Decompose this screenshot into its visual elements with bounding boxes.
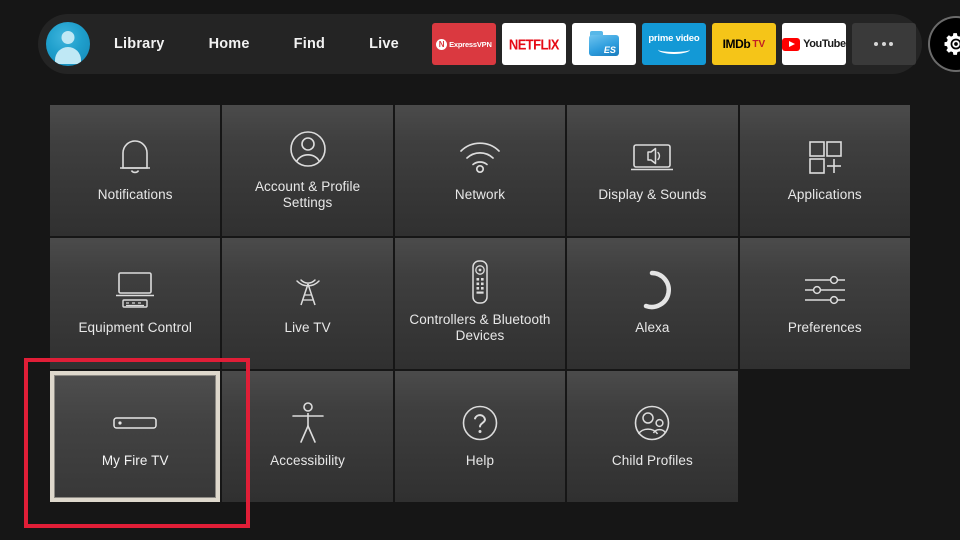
alexa-ring-icon: [630, 267, 674, 313]
es-file-explorer-icon: ES: [588, 31, 619, 57]
settings-tile-my-fire-tv[interactable]: My Fire TV: [50, 371, 221, 502]
tile-label: Accessibility: [270, 453, 345, 468]
nav-link-library[interactable]: Library: [114, 30, 165, 58]
app-tile-youtube[interactable]: YouTube: [781, 23, 846, 65]
settings-tile-live-tv[interactable]: Live TV: [222, 238, 393, 369]
nav-link-live[interactable]: Live: [369, 30, 399, 58]
settings-tile-controllers-bluetooth-devices[interactable]: Controllers & Bluetooth Devices: [394, 238, 566, 369]
ellipsis-icon: [874, 42, 894, 46]
tile-label: Network: [454, 187, 506, 202]
tile-label: Live TV: [284, 320, 331, 335]
fire-tv-stick-icon: [111, 400, 159, 446]
settings-tile-applications[interactable]: Applications: [739, 105, 910, 236]
app-grid-plus-icon: [804, 134, 846, 180]
app-tile-es-file-explorer[interactable]: ES: [571, 23, 636, 65]
tile-label: Display & Sounds: [598, 187, 707, 202]
question-circle-icon: [458, 400, 502, 446]
expressvpn-badge: N: [436, 38, 448, 50]
fire-tv-settings-screen: Library Home Find Live N ExpressVPN NETF…: [0, 0, 960, 540]
settings-tile-grid: Notifications Account & Profile Settings: [50, 105, 910, 502]
youtube-wordmark: YouTube: [803, 38, 846, 50]
wifi-icon: [457, 134, 503, 180]
tile-label: Help: [465, 453, 495, 468]
settings-tile-accessibility[interactable]: Accessibility: [222, 371, 393, 502]
tile-label: Applications: [787, 187, 862, 202]
expressvpn-wordmark: ExpressVPN: [449, 39, 492, 49]
expressvpn-logo: N ExpressVPN: [436, 38, 492, 50]
app-tile-prime-video[interactable]: prime video: [641, 23, 706, 65]
amazon-smile-icon: [657, 45, 690, 54]
tile-label: Controllers & Bluetooth Devices: [409, 312, 551, 343]
tile-label: Equipment Control: [78, 320, 192, 335]
app-shortcuts-row: N ExpressVPN NETFLIX ES prime video IMDb…: [431, 23, 922, 65]
accessibility-person-icon: [288, 400, 328, 446]
app-tile-imdb-tv[interactable]: IMDb TV: [711, 23, 776, 65]
settings-tile-help[interactable]: Help: [394, 371, 566, 502]
tile-label: Notifications: [97, 187, 173, 202]
more-apps-button[interactable]: [851, 23, 916, 65]
settings-tile-preferences[interactable]: Preferences: [739, 238, 910, 369]
sliders-icon: [801, 267, 849, 313]
bell-icon: [114, 134, 156, 180]
imdb-tv-suffix: TV: [752, 38, 766, 50]
top-navigation-bar: Library Home Find Live N ExpressVPN NETF…: [38, 14, 960, 74]
tile-label: Preferences: [787, 320, 862, 335]
user-avatar-icon[interactable]: [46, 22, 90, 66]
app-tile-netflix[interactable]: NETFLIX: [501, 23, 566, 65]
tile-label: My Fire TV: [101, 453, 169, 468]
nav-link-find[interactable]: Find: [294, 30, 325, 58]
settings-gear-button[interactable]: [929, 18, 960, 70]
settings-tile-alexa[interactable]: Alexa: [567, 238, 738, 369]
es-letters: ES: [603, 45, 616, 55]
settings-tile-notifications[interactable]: Notifications: [50, 105, 221, 236]
tile-label: Child Profiles: [611, 453, 693, 468]
nav-link-home[interactable]: Home: [209, 30, 250, 58]
tile-label: Account & Profile Settings: [254, 179, 361, 210]
tv-speaker-icon: [628, 134, 676, 180]
prime-video-wordmark: prime video: [648, 33, 700, 45]
tile-label: Alexa: [635, 320, 670, 335]
child-profiles-icon: [630, 400, 674, 446]
gear-icon: [944, 33, 960, 55]
avatar-head: [61, 31, 75, 44]
settings-tile-account-profile-settings[interactable]: Account & Profile Settings: [222, 105, 393, 236]
nav-links: Library Home Find Live: [114, 30, 399, 58]
imdb-wordmark: IMDb: [722, 37, 751, 51]
app-tile-expressvpn[interactable]: N ExpressVPN: [431, 23, 496, 65]
netflix-wordmark: NETFLIX: [508, 35, 560, 53]
person-circle-icon: [286, 126, 330, 172]
settings-tile-display-sounds[interactable]: Display & Sounds: [567, 105, 738, 236]
remote-control-icon: [468, 259, 492, 305]
antenna-tower-icon: [286, 267, 330, 313]
settings-tile-equipment-control[interactable]: Equipment Control: [50, 238, 221, 369]
youtube-play-icon: [782, 37, 801, 51]
settings-tile-child-profiles[interactable]: Child Profiles: [567, 371, 738, 502]
tv-remote-equipment-icon: [111, 267, 159, 313]
avatar-body: [55, 47, 81, 64]
settings-tile-network[interactable]: Network: [394, 105, 566, 236]
